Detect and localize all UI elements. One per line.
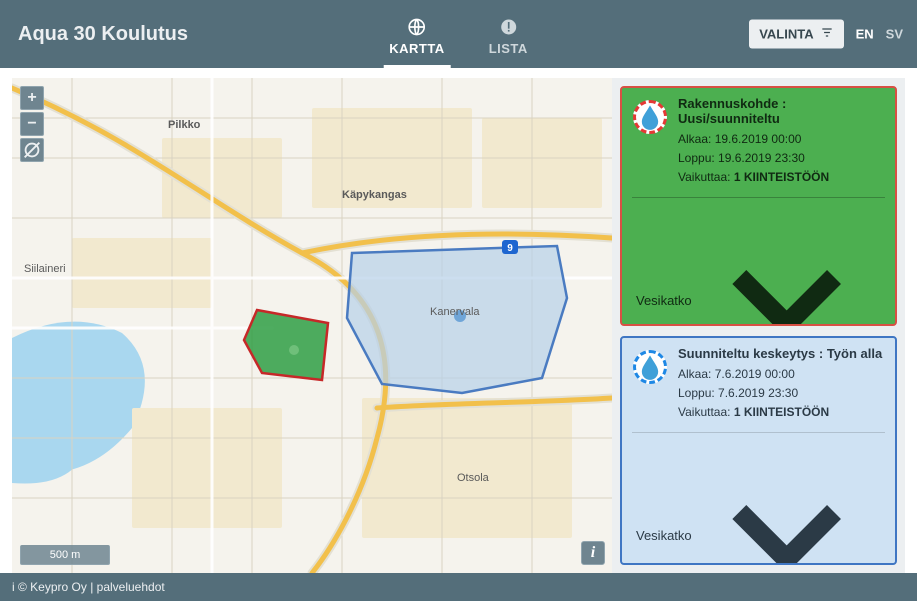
lang-en[interactable]: EN <box>856 27 874 42</box>
selection-label: VALINTA <box>759 27 813 42</box>
water-badge-icon <box>633 350 667 384</box>
card-expand[interactable]: Vesikatko <box>622 198 895 327</box>
alert-icon <box>498 17 518 37</box>
tab-label: LISTA <box>489 41 528 56</box>
footer-text[interactable]: i © Keypro Oy | palveluehdot <box>12 580 165 594</box>
expand-label: Vesikatko <box>636 293 692 308</box>
card-expand[interactable]: Vesikatko <box>622 433 895 565</box>
map-blue-zone <box>347 246 567 393</box>
app-title: Aqua 30 Koulutus <box>18 23 188 46</box>
filter-icon <box>820 26 834 43</box>
card-title: Suunniteltu keskeytys : Työn alla <box>678 346 883 361</box>
svg-text:9: 9 <box>507 243 513 254</box>
zoom-controls: + − <box>20 86 44 162</box>
svg-text:Otsola: Otsola <box>457 472 490 484</box>
svg-text:Kanervala: Kanervala <box>430 306 480 318</box>
event-card[interactable]: Suunniteltu keskeytys : Työn alla Alkaa:… <box>620 336 897 565</box>
expand-label: Vesikatko <box>636 528 692 543</box>
event-card[interactable]: Rakennuskohde : Uusi/suunniteltu Alkaa: … <box>620 86 897 326</box>
chevron-down-icon <box>692 441 881 565</box>
tab-list[interactable]: LISTA <box>483 0 534 68</box>
side-panel: Rakennuskohde : Uusi/suunniteltu Alkaa: … <box>612 78 905 573</box>
locate-disabled-button[interactable] <box>20 138 44 162</box>
selection-button[interactable]: VALINTA <box>749 20 843 49</box>
svg-text:Pilkko: Pilkko <box>168 119 201 131</box>
card-title: Rakennuskohde : Uusi/suunniteltu <box>678 96 883 126</box>
svg-text:Käpykangas: Käpykangas <box>342 189 407 201</box>
route-badge: 9 <box>502 240 518 254</box>
chevron-down-icon <box>692 206 881 327</box>
globe-icon <box>407 17 427 37</box>
map-canvas[interactable]: 9 Pilkko Käpykangas Siilaineri Kanervala… <box>12 78 905 573</box>
scalebar-label: 500 m <box>50 549 81 561</box>
header-right: VALINTA EN SV <box>749 20 903 49</box>
svg-text:Siilaineri: Siilaineri <box>24 263 66 275</box>
tab-map[interactable]: KARTTA <box>383 0 450 68</box>
zoom-out-button[interactable]: − <box>20 112 44 136</box>
tabs: KARTTA LISTA <box>383 0 534 68</box>
zoom-in-button[interactable]: + <box>20 86 44 110</box>
footer: i © Keypro Oy | palveluehdot <box>0 573 917 601</box>
lang-sv[interactable]: SV <box>886 27 903 42</box>
app-header: Aqua 30 Koulutus KARTTA LISTA VALINTA EN… <box>0 0 917 68</box>
body: 9 Pilkko Käpykangas Siilaineri Kanervala… <box>0 68 917 573</box>
scalebar: 500 m <box>20 545 110 565</box>
info-button[interactable]: i <box>581 541 605 565</box>
water-badge-icon <box>633 100 667 134</box>
tab-label: KARTTA <box>389 41 444 56</box>
